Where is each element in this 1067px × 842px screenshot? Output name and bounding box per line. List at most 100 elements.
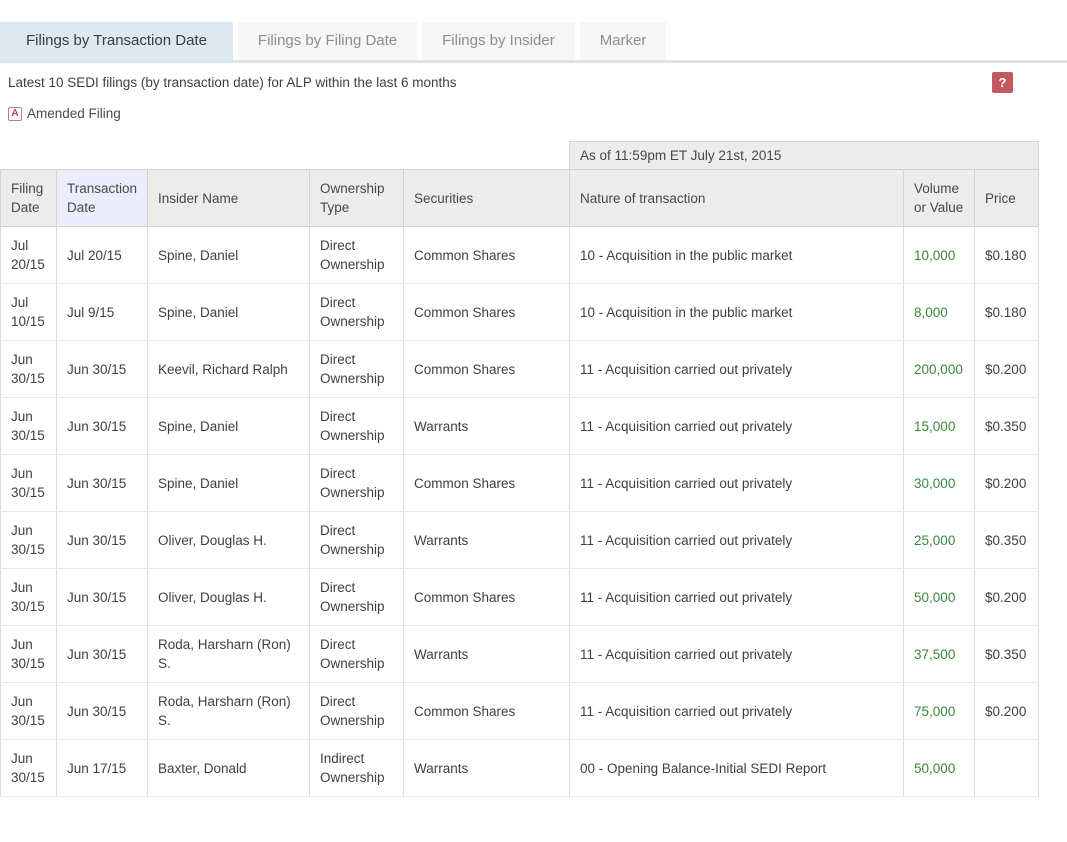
transaction-date-cell: Jun 17/15 xyxy=(57,740,148,797)
price-cell: $0.180 xyxy=(975,227,1039,284)
header-securities[interactable]: Securities xyxy=(404,170,570,227)
table-row: Jun 30/15Jun 30/15Spine, DanielDirect Ow… xyxy=(1,455,1039,512)
ownership-type-cell: Direct Ownership xyxy=(310,227,404,284)
transaction-date-cell: Jun 30/15 xyxy=(57,626,148,683)
volume-cell: 200,000 xyxy=(904,341,975,398)
column-header-row: Filing Date Transaction Date Insider Nam… xyxy=(1,170,1039,227)
price-cell xyxy=(975,740,1039,797)
transaction-date-cell: Jun 30/15 xyxy=(57,398,148,455)
price-cell: $0.350 xyxy=(975,626,1039,683)
transaction-date-cell: Jun 30/15 xyxy=(57,569,148,626)
ownership-type-cell: Direct Ownership xyxy=(310,455,404,512)
header-volume-or-value[interactable]: Volume or Value xyxy=(904,170,975,227)
table-row: Jul 10/15Jul 9/15Spine, DanielDirect Own… xyxy=(1,284,1039,341)
transaction-date-cell: Jun 30/15 xyxy=(57,341,148,398)
transaction-date-cell: Jun 30/15 xyxy=(57,455,148,512)
table-row: Jun 30/15Jun 17/15Baxter, DonaldIndirect… xyxy=(1,740,1039,797)
nature-of-transaction-cell: 11 - Acquisition carried out privately xyxy=(570,455,904,512)
header-price[interactable]: Price xyxy=(975,170,1039,227)
amended-filing-label: Amended Filing xyxy=(27,106,121,121)
price-cell: $0.200 xyxy=(975,455,1039,512)
filing-date-cell: Jun 30/15 xyxy=(1,569,57,626)
filing-date-cell: Jul 10/15 xyxy=(1,284,57,341)
nature-of-transaction-cell: 00 - Opening Balance-Initial SEDI Report xyxy=(570,740,904,797)
table-row: Jun 30/15Jun 30/15Roda, Harsharn (Ron) S… xyxy=(1,626,1039,683)
ownership-type-cell: Direct Ownership xyxy=(310,341,404,398)
securities-cell: Common Shares xyxy=(404,683,570,740)
ownership-type-cell: Direct Ownership xyxy=(310,398,404,455)
ownership-type-cell: Direct Ownership xyxy=(310,683,404,740)
volume-cell: 15,000 xyxy=(904,398,975,455)
securities-cell: Common Shares xyxy=(404,569,570,626)
filing-date-cell: Jun 30/15 xyxy=(1,626,57,683)
subtitle-row: Latest 10 SEDI filings (by transaction d… xyxy=(0,72,1067,93)
nature-of-transaction-cell: 10 - Acquisition in the public market xyxy=(570,284,904,341)
securities-cell: Warrants xyxy=(404,740,570,797)
ownership-type-cell: Direct Ownership xyxy=(310,569,404,626)
filings-table-body: Jul 20/15Jul 20/15Spine, DanielDirect Ow… xyxy=(1,227,1039,797)
price-cell: $0.200 xyxy=(975,683,1039,740)
table-row: Jun 30/15Jun 30/15Oliver, Douglas H.Dire… xyxy=(1,569,1039,626)
header-filing-date[interactable]: Filing Date xyxy=(1,170,57,227)
nature-of-transaction-cell: 11 - Acquisition carried out privately xyxy=(570,683,904,740)
volume-cell: 10,000 xyxy=(904,227,975,284)
insider-name-cell: Oliver, Douglas H. xyxy=(148,512,310,569)
tab-filings-by-filing-date[interactable]: Filings by Filing Date xyxy=(238,22,417,60)
nature-of-transaction-cell: 11 - Acquisition carried out privately xyxy=(570,398,904,455)
insider-name-cell: Oliver, Douglas H. xyxy=(148,569,310,626)
tab-marker[interactable]: Marker xyxy=(580,22,667,60)
ownership-type-cell: Direct Ownership xyxy=(310,512,404,569)
insider-name-cell: Keevil, Richard Ralph xyxy=(148,341,310,398)
filings-table: As of 11:59pm ET July 21st, 2015 Filing … xyxy=(0,141,1039,797)
tab-filings-by-transaction-date[interactable]: Filings by Transaction Date xyxy=(0,22,233,60)
nature-of-transaction-cell: 11 - Acquisition carried out privately xyxy=(570,626,904,683)
tab-filings-by-insider[interactable]: Filings by Insider xyxy=(422,22,575,60)
as-of-spacer xyxy=(1,142,570,170)
insider-name-cell: Spine, Daniel xyxy=(148,284,310,341)
ownership-type-cell: Direct Ownership xyxy=(310,284,404,341)
price-cell: $0.180 xyxy=(975,284,1039,341)
filing-date-cell: Jul 20/15 xyxy=(1,227,57,284)
header-nature-of-transaction[interactable]: Nature of transaction xyxy=(570,170,904,227)
transaction-date-cell: Jul 20/15 xyxy=(57,227,148,284)
as-of-timestamp: As of 11:59pm ET July 21st, 2015 xyxy=(570,142,1039,170)
price-cell: $0.350 xyxy=(975,512,1039,569)
price-cell: $0.200 xyxy=(975,341,1039,398)
transaction-date-cell: Jun 30/15 xyxy=(57,683,148,740)
price-cell: $0.200 xyxy=(975,569,1039,626)
help-icon[interactable]: ? xyxy=(992,72,1013,93)
filing-date-cell: Jun 30/15 xyxy=(1,683,57,740)
transaction-date-cell: Jul 9/15 xyxy=(57,284,148,341)
header-ownership-type[interactable]: Ownership Type xyxy=(310,170,404,227)
table-row: Jun 30/15Jun 30/15Keevil, Richard RalphD… xyxy=(1,341,1039,398)
tab-bar: Filings by Transaction Date Filings by F… xyxy=(0,22,1067,63)
table-row: Jul 20/15Jul 20/15Spine, DanielDirect Ow… xyxy=(1,227,1039,284)
volume-cell: 30,000 xyxy=(904,455,975,512)
filing-date-cell: Jun 30/15 xyxy=(1,512,57,569)
insider-name-cell: Spine, Daniel xyxy=(148,398,310,455)
insider-name-cell: Roda, Harsharn (Ron) S. xyxy=(148,683,310,740)
securities-cell: Warrants xyxy=(404,512,570,569)
header-insider-name[interactable]: Insider Name xyxy=(148,170,310,227)
securities-cell: Common Shares xyxy=(404,455,570,512)
table-row: Jun 30/15Jun 30/15Spine, DanielDirect Ow… xyxy=(1,398,1039,455)
nature-of-transaction-cell: 11 - Acquisition carried out privately xyxy=(570,569,904,626)
ownership-type-cell: Indirect Ownership xyxy=(310,740,404,797)
insider-name-cell: Baxter, Donald xyxy=(148,740,310,797)
price-cell: $0.350 xyxy=(975,398,1039,455)
filings-subtitle: Latest 10 SEDI filings (by transaction d… xyxy=(8,72,457,90)
table-row: Jun 30/15Jun 30/15Oliver, Douglas H.Dire… xyxy=(1,512,1039,569)
securities-cell: Common Shares xyxy=(404,341,570,398)
volume-cell: 50,000 xyxy=(904,569,975,626)
volume-cell: 75,000 xyxy=(904,683,975,740)
filing-date-cell: Jun 30/15 xyxy=(1,740,57,797)
securities-cell: Warrants xyxy=(404,398,570,455)
header-transaction-date[interactable]: Transaction Date xyxy=(57,170,148,227)
nature-of-transaction-cell: 11 - Acquisition carried out privately xyxy=(570,341,904,398)
volume-cell: 25,000 xyxy=(904,512,975,569)
insider-name-cell: Roda, Harsharn (Ron) S. xyxy=(148,626,310,683)
filing-date-cell: Jun 30/15 xyxy=(1,341,57,398)
ownership-type-cell: Direct Ownership xyxy=(310,626,404,683)
nature-of-transaction-cell: 11 - Acquisition carried out privately xyxy=(570,512,904,569)
securities-cell: Warrants xyxy=(404,626,570,683)
